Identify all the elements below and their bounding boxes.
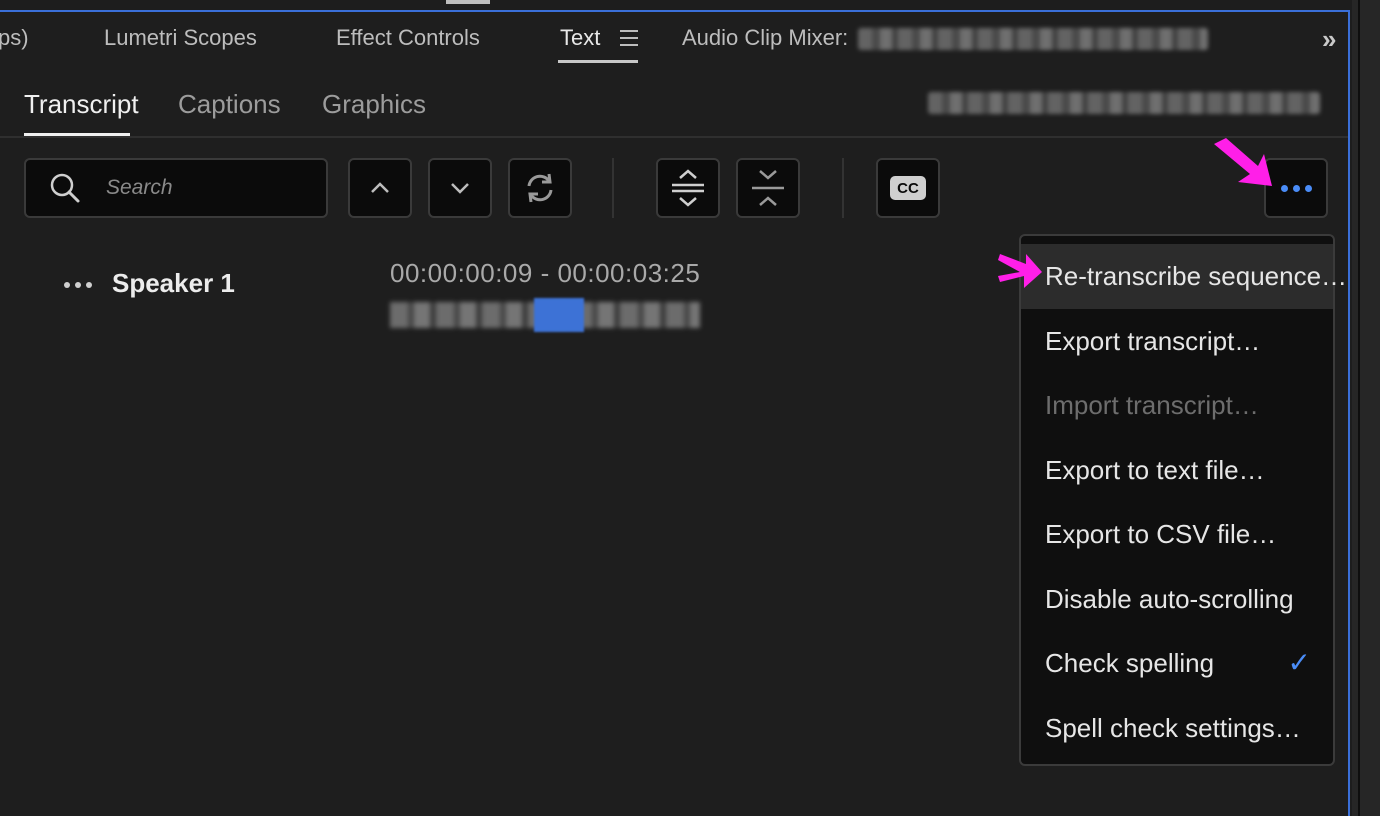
cc-icon-label: CC — [897, 179, 919, 197]
text-panel: ps) Lumetri Scopes Effect Controls Text … — [0, 10, 1350, 816]
tab-graphics[interactable]: Graphics — [322, 89, 426, 120]
collapse-icon — [752, 170, 784, 206]
toolbar-divider-2 — [842, 158, 844, 218]
expand-icon — [672, 169, 704, 207]
redacted-sequence-title — [928, 92, 1320, 114]
tab-partial-left[interactable]: ps) — [0, 25, 29, 51]
tab-transcript[interactable]: Transcript — [24, 89, 139, 120]
panel-drag-indicator — [446, 0, 490, 4]
menu-item-spell-check-settings[interactable]: Spell check settings… — [1021, 696, 1333, 761]
toolbar-divider — [612, 158, 614, 218]
create-captions-button[interactable]: CC — [876, 158, 940, 218]
annotation-arrow-icon — [1214, 138, 1272, 186]
tab-text[interactable]: Text — [560, 25, 600, 51]
closed-captions-icon: CC — [890, 176, 926, 200]
search-field[interactable]: Search — [24, 158, 328, 218]
expand-segments-button[interactable] — [656, 158, 720, 218]
annotation-arrow-icon-2 — [998, 254, 1042, 288]
subtab-underline — [24, 133, 130, 136]
tab-lumetri-scopes[interactable]: Lumetri Scopes — [104, 25, 257, 51]
refresh-icon — [527, 173, 553, 203]
search-icon — [50, 173, 80, 203]
menu-item-export-csv[interactable]: Export to CSV file… — [1021, 502, 1333, 567]
selected-word-highlight[interactable] — [534, 298, 584, 332]
chevron-up-icon — [371, 182, 389, 193]
menu-item-disable-autoscroll[interactable]: Disable auto-scrolling — [1021, 567, 1333, 632]
speaker-label[interactable]: Speaker 1 — [112, 268, 235, 299]
tab-audio-clip-mixer[interactable]: Audio Clip Mixer: — [682, 25, 848, 51]
active-tab-underline — [558, 60, 638, 63]
next-match-button[interactable] — [428, 158, 492, 218]
panel-menu-icon[interactable] — [620, 30, 638, 46]
segment-timecode: 00:00:00:09 - 00:00:03:25 — [390, 258, 701, 288]
tab-captions[interactable]: Captions — [178, 89, 281, 120]
search-input[interactable]: Search — [106, 176, 173, 200]
menu-item-import-transcript: Import transcript… — [1045, 390, 1259, 420]
speaker-options-icon[interactable] — [64, 282, 92, 288]
menu-item-check-spelling-label: Check spelling — [1045, 648, 1215, 678]
checkmark-icon: ✓ — [1287, 647, 1311, 678]
chevron-down-icon — [451, 183, 469, 194]
double-chevron-right-icon[interactable]: » — [1322, 24, 1336, 55]
panel-tab-bar: ps) Lumetri Scopes Effect Controls Text … — [0, 12, 1348, 64]
previous-match-button[interactable] — [348, 158, 412, 218]
more-options-menu: Re-transcribe sequence… Export transcrip… — [1019, 234, 1347, 766]
text-subtabs: Transcript Captions Graphics — [0, 76, 1348, 138]
replace-button[interactable] — [508, 158, 572, 218]
more-icon — [1280, 184, 1312, 192]
menu-item-export-text-file[interactable]: Export to text file… — [1021, 438, 1333, 503]
collapse-segments-button[interactable] — [736, 158, 800, 218]
redacted-sequence-name — [858, 28, 1208, 50]
tab-effect-controls[interactable]: Effect Controls — [336, 25, 480, 51]
menu-item-check-spelling[interactable]: Check spelling ✓ — [1021, 631, 1333, 696]
menu-item-export-transcript[interactable]: Export transcript… — [1021, 309, 1333, 374]
menu-item-retranscribe[interactable]: Re-transcribe sequence… — [1021, 244, 1347, 309]
adjacent-panel-edge — [1352, 0, 1380, 816]
